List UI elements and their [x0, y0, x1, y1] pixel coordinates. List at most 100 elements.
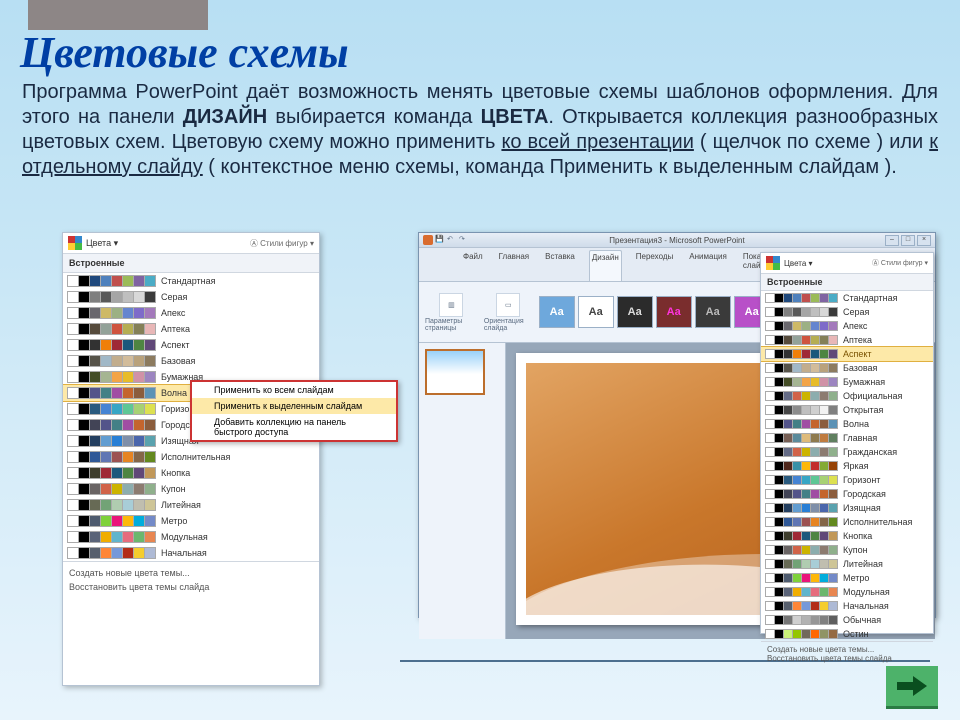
scheme-label: Изящная	[843, 503, 881, 513]
scheme-label: Стандартная	[843, 293, 898, 303]
color-scheme-item[interactable]: Исполнительная	[761, 515, 933, 529]
ctx-apply-selected-item[interactable]: Применить к выделенным слайдам	[192, 398, 396, 414]
redo-icon[interactable]: ↷	[459, 235, 469, 245]
page-setup-group[interactable]: ▥ Параметры страницы	[425, 293, 478, 332]
maximize-button[interactable]: □	[901, 235, 915, 246]
scheme-label: Аптека	[161, 324, 190, 334]
next-slide-button[interactable]	[886, 666, 938, 706]
color-scheme-item[interactable]: Метро	[63, 513, 319, 529]
scheme-label: Купон	[161, 484, 186, 494]
color-scheme-item[interactable]: Базовая	[63, 353, 319, 369]
undo-icon[interactable]: ↶	[447, 235, 457, 245]
color-scheme-item[interactable]: Обычная	[761, 613, 933, 627]
slide-thumbnails-pane[interactable]	[419, 343, 506, 639]
color-scheme-item[interactable]: Серая	[63, 289, 319, 305]
colors-dropdown-header[interactable]: Цвета ▾ Ⓐ Стили фигур ▾	[63, 233, 319, 254]
color-scheme-item[interactable]: Купон	[761, 543, 933, 557]
color-scheme-item[interactable]: Серая	[761, 305, 933, 319]
color-scheme-item[interactable]: Модульная	[761, 585, 933, 599]
color-scheme-item[interactable]: Волна	[761, 417, 933, 431]
scheme-label: Волна	[843, 419, 869, 429]
pp-titlebar: 💾 ↶ ↷ Презентация3 - Microsoft PowerPoin…	[419, 233, 935, 248]
color-scheme-item[interactable]: Начальная	[63, 545, 319, 561]
color-scheme-item[interactable]: Официальная	[761, 389, 933, 403]
scheme-label: Кнопка	[843, 531, 872, 541]
color-scheme-item[interactable]: Главная	[761, 431, 933, 445]
fonts-styles-label: Ⓐ Стили фигур ▾	[250, 238, 314, 249]
slide-thumbnail-1[interactable]	[425, 349, 485, 395]
color-scheme-item[interactable]: Кнопка	[761, 529, 933, 543]
body-paragraph: Программа PowerPoint даёт возможность ме…	[22, 80, 938, 180]
create-theme-colors-item-right[interactable]: Создать новые цвета темы...	[767, 645, 927, 654]
scheme-label: Литейная	[161, 500, 201, 510]
minimize-button[interactable]: –	[885, 235, 899, 246]
color-scheme-item[interactable]: Литейная	[63, 497, 319, 513]
scheme-label: Главная	[843, 433, 877, 443]
scheme-label: Стандартная	[161, 276, 216, 286]
color-scheme-item[interactable]: Аптека	[63, 321, 319, 337]
reset-theme-colors-item[interactable]: Восстановить цвета темы слайда	[69, 580, 313, 594]
color-scheme-item[interactable]: Аптека	[761, 333, 933, 347]
scheme-label: Гражданская	[843, 447, 897, 457]
app-icon	[423, 235, 433, 245]
theme-thumbnail[interactable]: Aa	[617, 296, 653, 328]
scheme-label: Апекс	[161, 308, 185, 318]
scheme-label: Купон	[843, 545, 868, 555]
colors-dropdown-header-right[interactable]: Цвета ▾ Ⓐ Стили фигур ▾	[761, 253, 933, 274]
color-scheme-item[interactable]: Бумажная	[761, 375, 933, 389]
ribbon-tab[interactable]: Дизайн	[589, 250, 622, 281]
theme-thumbnail[interactable]: Aa	[656, 296, 692, 328]
scheme-label: Исполнительная	[843, 517, 912, 527]
theme-thumbnail[interactable]: Aa	[539, 296, 575, 328]
color-scheme-item[interactable]: Яркая	[761, 459, 933, 473]
theme-thumbnail[interactable]: Aa	[695, 296, 731, 328]
ribbon-tab[interactable]: Анимация	[687, 250, 729, 281]
color-scheme-item[interactable]: Открытая	[761, 403, 933, 417]
color-scheme-item[interactable]: Купон	[63, 481, 319, 497]
color-scheme-item[interactable]: Изящная	[761, 501, 933, 515]
color-scheme-item[interactable]: Модульная	[63, 529, 319, 545]
color-scheme-item[interactable]: Базовая	[761, 361, 933, 375]
scheme-label: Начальная	[843, 601, 889, 611]
color-scheme-item[interactable]: Стандартная	[761, 291, 933, 305]
color-scheme-item[interactable]: Исполнительная	[63, 449, 319, 465]
color-scheme-item[interactable]: Апекс	[761, 319, 933, 333]
color-scheme-item[interactable]: Аспект	[761, 346, 933, 362]
theme-thumbnail[interactable]: Aa	[578, 296, 614, 328]
color-scheme-item[interactable]: Начальная	[761, 599, 933, 613]
close-button[interactable]: ×	[917, 235, 931, 246]
color-scheme-item[interactable]: Кнопка	[63, 465, 319, 481]
colors-icon	[766, 256, 780, 270]
create-theme-colors-item[interactable]: Создать новые цвета темы...	[69, 566, 313, 580]
reset-theme-colors-item-right[interactable]: Восстановить цвета темы слайда	[767, 654, 927, 663]
colors-section-header-right: Встроенные	[761, 274, 933, 291]
ctx-apply-all-item[interactable]: Применить ко всем слайдам	[192, 382, 396, 398]
scheme-label: Базовая	[161, 356, 195, 366]
color-scheme-item[interactable]: Остин	[761, 627, 933, 641]
scheme-label: Серая	[843, 307, 869, 317]
color-scheme-item[interactable]: Метро	[761, 571, 933, 585]
ctx-add-qat-item[interactable]: Добавить коллекцию на панель быстрого до…	[192, 414, 396, 440]
scheme-label: Базовая	[843, 363, 877, 373]
ribbon-tab[interactable]: Файл	[461, 250, 485, 281]
scheme-context-menu: Применить ко всем слайдам Применить к вы…	[190, 380, 398, 442]
color-scheme-item[interactable]: Литейная	[761, 557, 933, 571]
colors-icon	[68, 236, 82, 250]
color-scheme-item[interactable]: Горизонт	[761, 473, 933, 487]
scheme-label: Апекс	[843, 321, 867, 331]
scheme-label: Бумажная	[843, 377, 885, 387]
page-setup-icon: ▥	[439, 293, 463, 317]
ribbon-tab[interactable]: Вставка	[543, 250, 577, 281]
color-scheme-item[interactable]: Городская	[761, 487, 933, 501]
ribbon-tab[interactable]: Переходы	[634, 250, 676, 281]
orientation-group[interactable]: ▭ Ориентация слайда	[484, 293, 533, 332]
color-scheme-item[interactable]: Гражданская	[761, 445, 933, 459]
ribbon-tab[interactable]: Главная	[497, 250, 531, 281]
color-scheme-item[interactable]: Стандартная	[63, 273, 319, 289]
fonts-styles-label-right: Ⓐ Стили фигур ▾	[872, 258, 928, 268]
scheme-label: Остин	[843, 629, 869, 639]
color-scheme-item[interactable]: Аспект	[63, 337, 319, 353]
save-icon[interactable]: 💾	[435, 235, 445, 245]
color-scheme-item[interactable]: Апекс	[63, 305, 319, 321]
colors-section-header: Встроенные	[63, 254, 319, 273]
